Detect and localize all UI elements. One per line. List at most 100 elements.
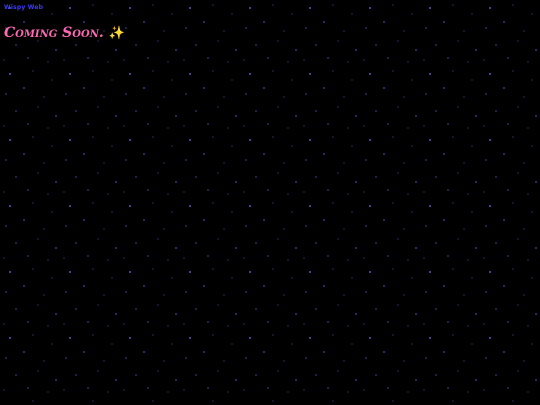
star <box>495 242 497 244</box>
star <box>351 211 353 213</box>
star <box>397 370 399 372</box>
home-link[interactable]: Wispy Web <box>4 4 43 11</box>
star <box>103 294 105 296</box>
star <box>425 225 427 227</box>
star <box>37 172 39 174</box>
star <box>309 205 311 207</box>
star <box>123 323 125 325</box>
star <box>147 189 149 191</box>
page: Wispy Web Coming Soon. ✨ <box>0 0 540 405</box>
star <box>143 87 145 89</box>
star <box>447 255 449 257</box>
star <box>332 136 334 138</box>
star <box>489 73 491 75</box>
star <box>429 271 431 273</box>
star <box>507 321 509 323</box>
star <box>227 127 229 129</box>
star <box>495 176 497 178</box>
star <box>167 391 169 393</box>
star <box>272 4 274 6</box>
star <box>295 115 297 117</box>
star <box>447 321 449 323</box>
star <box>9 205 11 207</box>
star <box>227 325 229 327</box>
star <box>111 79 113 81</box>
star <box>92 268 94 270</box>
star <box>475 115 477 117</box>
star <box>503 351 505 353</box>
star <box>323 87 325 89</box>
star <box>471 211 473 213</box>
star <box>171 79 173 81</box>
star <box>471 145 473 147</box>
star <box>512 70 514 72</box>
star <box>195 176 197 178</box>
star <box>535 49 537 51</box>
star <box>305 225 307 227</box>
star <box>92 334 94 336</box>
star <box>305 291 307 293</box>
star <box>143 285 145 287</box>
star <box>231 79 233 81</box>
star <box>303 59 305 61</box>
star <box>263 87 265 89</box>
star <box>212 136 214 138</box>
star <box>387 321 389 323</box>
star <box>175 247 177 249</box>
star <box>407 325 409 327</box>
star <box>495 308 497 310</box>
star <box>475 181 477 183</box>
star <box>415 115 417 117</box>
star <box>235 379 237 381</box>
star <box>512 136 514 138</box>
star <box>217 40 219 42</box>
star <box>23 21 25 23</box>
star <box>467 61 469 63</box>
star <box>167 127 169 129</box>
star <box>387 57 389 59</box>
star <box>87 123 89 125</box>
star <box>32 400 34 402</box>
star <box>152 4 154 6</box>
star <box>43 96 45 98</box>
star <box>365 357 367 359</box>
star <box>507 387 509 389</box>
star <box>337 172 339 174</box>
star <box>47 325 49 327</box>
star <box>315 110 317 112</box>
star <box>435 374 437 376</box>
star <box>323 21 325 23</box>
star <box>351 79 353 81</box>
star <box>97 172 99 174</box>
star <box>457 106 459 108</box>
star <box>249 7 251 9</box>
star <box>263 21 265 23</box>
star <box>27 321 29 323</box>
star <box>347 61 349 63</box>
star <box>291 277 293 279</box>
star <box>231 211 233 213</box>
star <box>143 153 145 155</box>
star <box>212 202 214 204</box>
star <box>235 181 237 183</box>
star <box>3 59 5 61</box>
star <box>327 123 329 125</box>
star <box>443 21 445 23</box>
star <box>527 391 529 393</box>
star <box>355 49 357 51</box>
star <box>355 115 357 117</box>
star <box>392 400 394 402</box>
star <box>467 391 469 393</box>
star <box>435 308 437 310</box>
star <box>527 325 529 327</box>
star <box>37 238 39 240</box>
star <box>517 106 519 108</box>
star <box>3 323 5 325</box>
star <box>375 374 377 376</box>
star <box>223 228 225 230</box>
star <box>452 4 454 6</box>
star <box>147 255 149 257</box>
star <box>43 360 45 362</box>
star <box>51 343 53 345</box>
star <box>475 313 477 315</box>
